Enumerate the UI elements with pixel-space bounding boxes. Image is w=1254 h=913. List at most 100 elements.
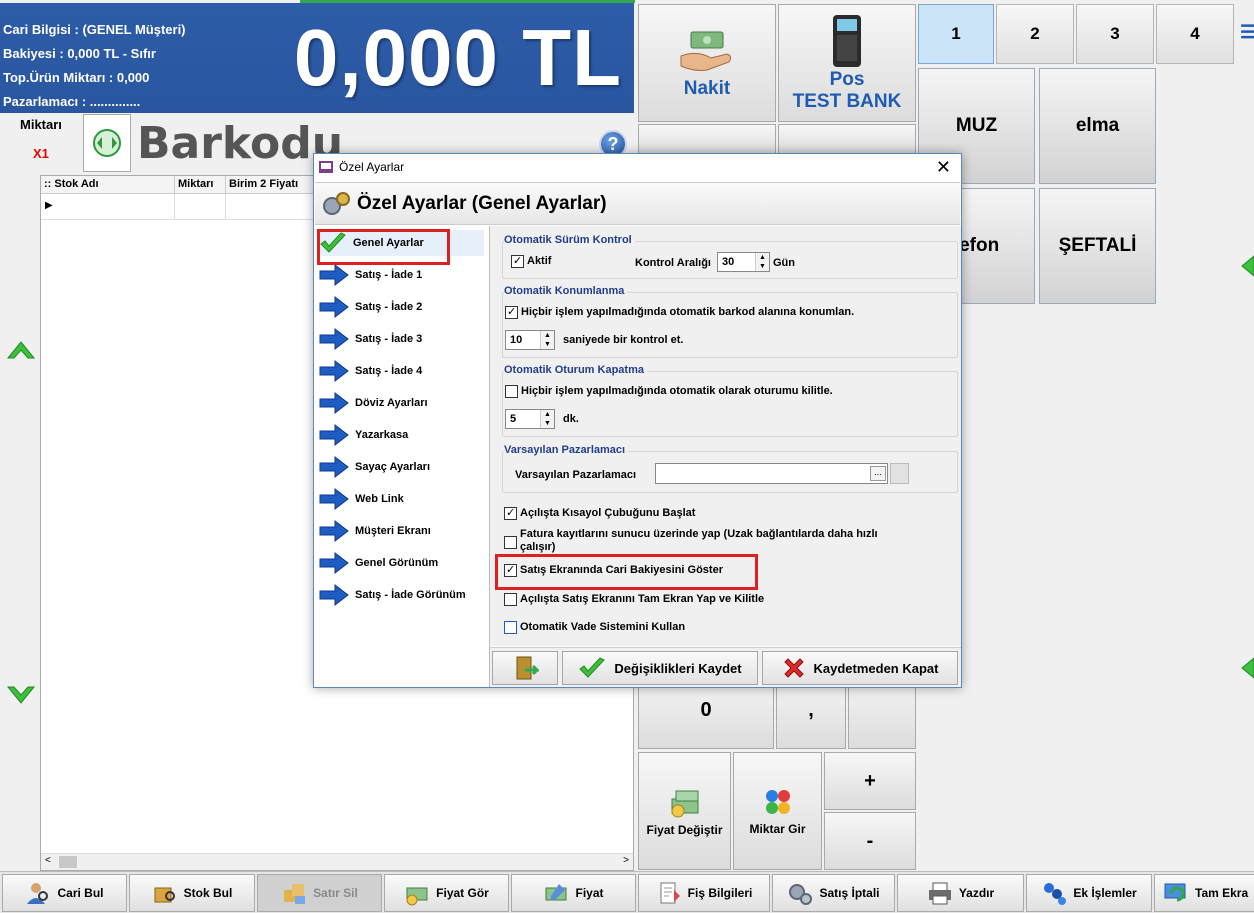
satis-iptali-button[interactable]: Satış İptali bbox=[772, 874, 895, 912]
vade-checkbox[interactable] bbox=[504, 621, 517, 634]
spinner-value: 30 bbox=[722, 256, 735, 268]
spinner-arrows-icon[interactable]: ▲ ▼ bbox=[755, 253, 769, 271]
cari-bilgisi: Cari Bilgisi : (GENEL Müşteri) bbox=[3, 22, 186, 37]
arrow-right-icon bbox=[319, 456, 349, 478]
fiyat-button[interactable]: Fiyat bbox=[511, 874, 636, 912]
fatura-sunucu-checkbox[interactable] bbox=[504, 536, 517, 549]
tab-1[interactable]: 1 bbox=[918, 4, 994, 64]
nakit-button[interactable]: Nakit bbox=[638, 4, 776, 122]
product-seftali[interactable]: ŞEFTALİ bbox=[1039, 188, 1156, 304]
yazdir-button[interactable]: Yazdır bbox=[897, 874, 1024, 912]
close-without-save-button[interactable]: Kaydetmeden Kapat bbox=[762, 651, 958, 685]
tam-ekran-label: Tam Ekra bbox=[1195, 886, 1249, 900]
fiyat-gor-button[interactable]: Fiyat Gör bbox=[384, 874, 509, 912]
nav-satis-iade-gorunum[interactable]: Satış - İade Görünüm bbox=[319, 582, 484, 608]
clear-button[interactable] bbox=[890, 463, 909, 484]
cari-bul-label: Cari Bul bbox=[57, 886, 104, 900]
payment-button-4[interactable] bbox=[778, 124, 916, 154]
nav-satis-iade-4[interactable]: Satış - İade 4 bbox=[319, 358, 484, 384]
miktar-gir-label: Miktar Gir bbox=[749, 822, 806, 836]
save-button[interactable]: Değişiklikleri Kaydet bbox=[562, 651, 758, 685]
nav-satis-iade-2[interactable]: Satış - İade 2 bbox=[319, 294, 484, 320]
ozel-ayarlar-dialog: Özel Ayarlar ✕ Özel Ayarlar (Genel Ayarl… bbox=[313, 153, 962, 688]
spinner-value: 5 bbox=[510, 413, 517, 425]
nakit-label: Nakit bbox=[683, 78, 731, 99]
plus-button[interactable]: + bbox=[824, 752, 916, 810]
nav-musteri-ekrani[interactable]: Müşteri Ekranı bbox=[319, 518, 484, 544]
stok-bul-button[interactable]: Stok Bul bbox=[129, 874, 255, 912]
fiyat-degistir-button[interactable]: Fiyat Değiştir bbox=[638, 752, 731, 870]
group-surum-kontrol: Otomatik Sürüm Kontrol Aktif Kontrol Ara… bbox=[502, 234, 958, 279]
scroll-up-icon[interactable] bbox=[6, 338, 36, 360]
arrow-right-icon bbox=[319, 584, 349, 606]
pazarlamaci-label: Varsayılan Pazarlamacı bbox=[515, 469, 637, 481]
tab-2[interactable]: 2 bbox=[996, 4, 1074, 64]
scroll-left-icon[interactable]: < bbox=[45, 855, 51, 866]
pos-button[interactable]: Pos TEST BANK bbox=[778, 4, 916, 122]
oturum-kilitle-checkbox[interactable] bbox=[505, 385, 518, 398]
nav-satis-iade-3[interactable]: Satış - İade 3 bbox=[319, 326, 484, 352]
nav-label: Genel Görünüm bbox=[355, 557, 439, 569]
saniye-spinner[interactable]: 10 ▲ ▼ bbox=[505, 330, 555, 350]
miktar-gir-button[interactable]: Miktar Gir bbox=[733, 752, 822, 870]
aktif-checkbox[interactable] bbox=[511, 255, 524, 268]
boxes-delete-icon bbox=[284, 884, 306, 904]
highlight-nav bbox=[317, 229, 450, 265]
fiyat-gor-label: Fiyat Gör bbox=[436, 886, 489, 900]
column-birim2-fiyati[interactable]: Birim 2 Fiyatı bbox=[226, 176, 316, 194]
satir-sil-button[interactable]: Satır Sil bbox=[257, 874, 382, 912]
dialog-titlebar[interactable]: Özel Ayarlar ✕ bbox=[314, 154, 961, 181]
products-next-icon[interactable] bbox=[1240, 656, 1254, 680]
money-stack-icon bbox=[671, 790, 698, 818]
row-pointer-icon: ▶ bbox=[45, 200, 53, 211]
printer-icon bbox=[928, 882, 951, 905]
spinner-arrows-icon[interactable]: ▲ ▼ bbox=[540, 331, 554, 349]
nav-satis-iade-1[interactable]: Satış - İade 1 bbox=[319, 262, 484, 288]
save-label: Değişiklikleri Kaydet bbox=[614, 660, 742, 676]
ellipsis-button[interactable]: ... bbox=[870, 466, 886, 481]
minus-button[interactable]: - bbox=[824, 812, 916, 870]
cari-bul-button[interactable]: Cari Bul bbox=[2, 874, 127, 912]
kisayol-label: Açılışta Kısayol Çubuğunu Başlat bbox=[520, 507, 696, 519]
horizontal-scrollbar[interactable]: < > bbox=[41, 853, 633, 870]
dk-spinner[interactable]: 5 ▲ ▼ bbox=[505, 409, 555, 429]
scroll-thumb[interactable] bbox=[59, 856, 77, 868]
arrow-right-icon bbox=[319, 264, 349, 286]
barcode-mode-button[interactable] bbox=[83, 114, 131, 172]
gears-icon bbox=[789, 884, 813, 905]
menu-icon[interactable]: ☰ bbox=[1240, 22, 1254, 43]
dialog-header: Özel Ayarlar (Genel Ayarlar) bbox=[315, 182, 960, 225]
konumlan-checkbox[interactable] bbox=[505, 306, 518, 319]
ek-islemler-button[interactable]: Ek İşlemler bbox=[1026, 874, 1152, 912]
tam-ekran-button[interactable]: Tam Ekra bbox=[1154, 874, 1254, 912]
products-prev-icon[interactable] bbox=[1240, 254, 1254, 278]
fis-bilgileri-button[interactable]: Fiş Bilgileri bbox=[638, 874, 770, 912]
nav-label: Müşteri Ekranı bbox=[355, 525, 431, 537]
exit-button[interactable] bbox=[492, 651, 558, 685]
scroll-right-icon[interactable]: > bbox=[623, 855, 629, 866]
nav-label: Satış - İade 3 bbox=[355, 333, 423, 345]
pazarlamaci-input[interactable]: ... bbox=[655, 463, 888, 484]
payment-button-3[interactable] bbox=[638, 124, 776, 154]
nav-yazarkasa[interactable]: Yazarkasa bbox=[319, 422, 484, 448]
nav-label: Satış - İade Görünüm bbox=[355, 589, 466, 601]
fiyat-label: Fiyat bbox=[575, 886, 604, 900]
kisayol-checkbox[interactable] bbox=[504, 507, 517, 520]
tam-ekran-checkbox[interactable] bbox=[504, 593, 517, 606]
nav-web-link[interactable]: Web Link bbox=[319, 486, 484, 512]
spinner-arrows-icon[interactable]: ▲ ▼ bbox=[540, 410, 554, 428]
column-miktari[interactable]: Miktarı bbox=[175, 176, 226, 194]
nav-sayac-ayarlari[interactable]: Sayaç Ayarları bbox=[319, 454, 484, 480]
tab-3[interactable]: 3 bbox=[1076, 4, 1154, 64]
nav-genel-gorunum[interactable]: Genel Görünüm bbox=[319, 550, 484, 576]
user-search-icon bbox=[27, 883, 49, 904]
kontrol-araligi-spinner[interactable]: 30 ▲ ▼ bbox=[717, 252, 770, 272]
column-stok-adi[interactable]: :: Stok Adı bbox=[41, 176, 175, 194]
nav-doviz-ayarlari[interactable]: Döviz Ayarları bbox=[319, 390, 484, 416]
product-elma[interactable]: elma bbox=[1039, 68, 1156, 184]
settings-nav: Genel Ayarlar Satış - İade 1 Satış - İad… bbox=[315, 226, 490, 687]
tab-4[interactable]: 4 bbox=[1156, 4, 1234, 64]
close-icon[interactable]: ✕ bbox=[936, 157, 951, 178]
scroll-down-icon[interactable] bbox=[6, 685, 36, 707]
customer-info-panel: Cari Bilgisi : (GENEL Müşteri) Bakiyesi … bbox=[0, 3, 634, 113]
